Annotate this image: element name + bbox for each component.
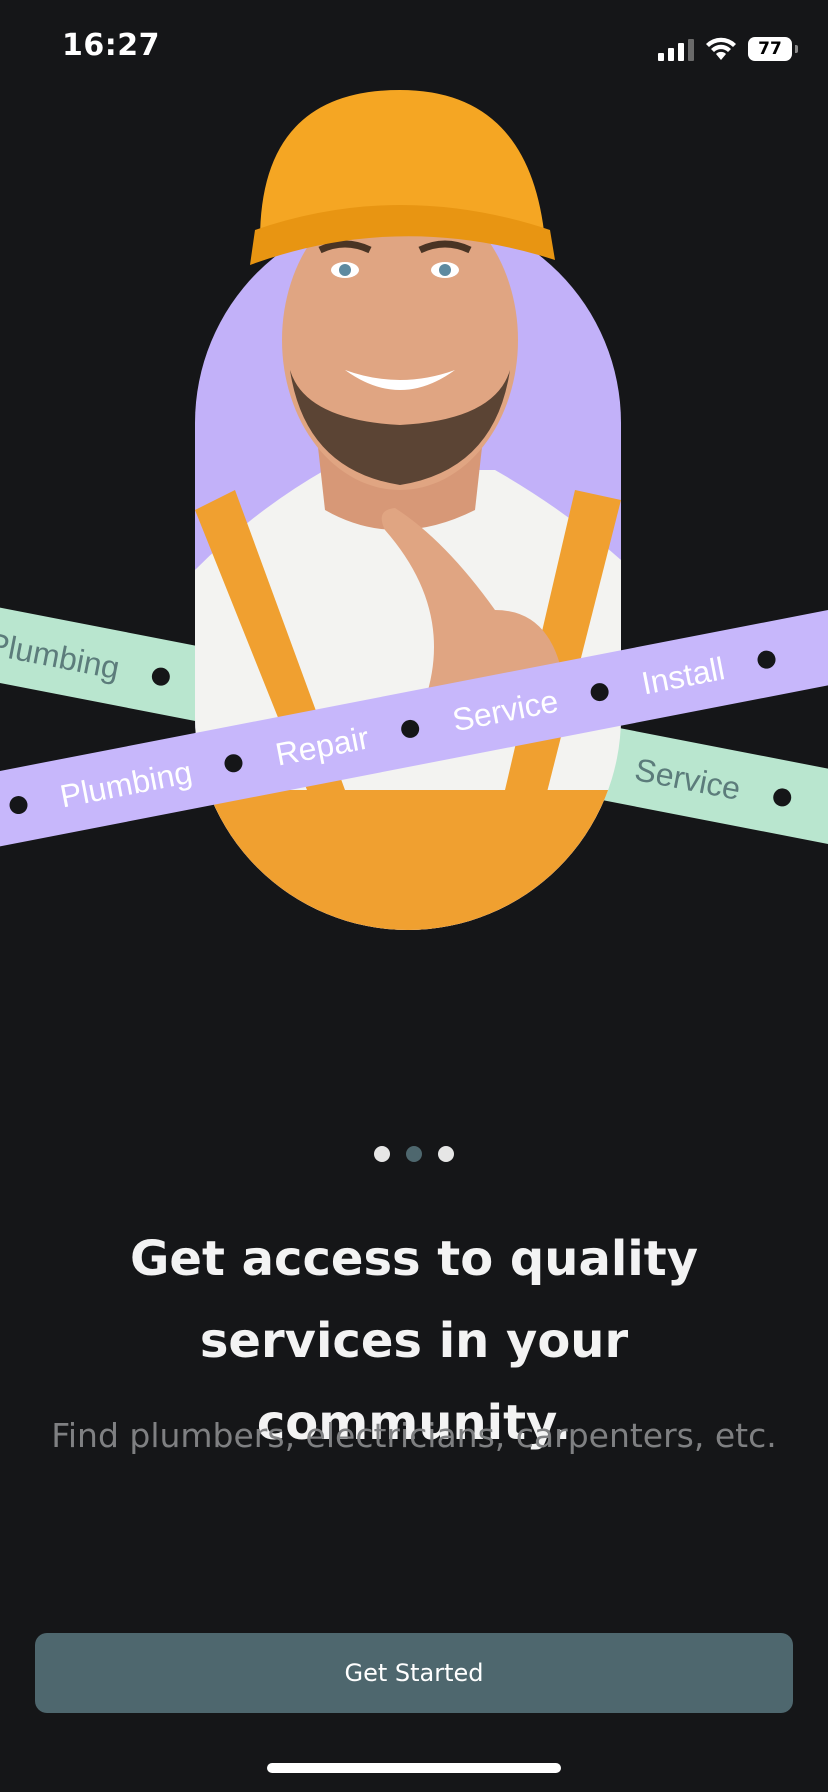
- home-indicator[interactable]: [267, 1763, 561, 1773]
- onboarding-subtitle: Find plumbers, electricians, carpenters,…: [51, 1416, 777, 1455]
- tape-hole-icon: [150, 666, 172, 688]
- tape-word: Plumbing: [0, 624, 123, 686]
- page-dot-active[interactable]: [406, 1146, 422, 1162]
- worker-illustration: [195, 90, 621, 930]
- tape-hole-icon: [755, 649, 777, 671]
- tape-word: p: [0, 789, 13, 837]
- worker-portrait: [195, 90, 621, 930]
- page-indicator: [0, 1146, 828, 1162]
- headline-line: Get access to quality: [129, 1231, 698, 1287]
- page-dot[interactable]: [438, 1146, 454, 1162]
- tape-word: Plumbing: [56, 753, 195, 815]
- tape-word: Install: [638, 649, 728, 702]
- tape-hole-icon: [771, 786, 793, 808]
- hero-illustration: Plumbing Service Plumbing Repair Service…: [0, 0, 828, 960]
- tape-word: Service: [632, 750, 744, 807]
- get-started-button[interactable]: Get Started: [35, 1633, 793, 1713]
- tape-word: Repair: [272, 718, 372, 773]
- tape-word: Service: [449, 682, 561, 738]
- page-dot[interactable]: [374, 1146, 390, 1162]
